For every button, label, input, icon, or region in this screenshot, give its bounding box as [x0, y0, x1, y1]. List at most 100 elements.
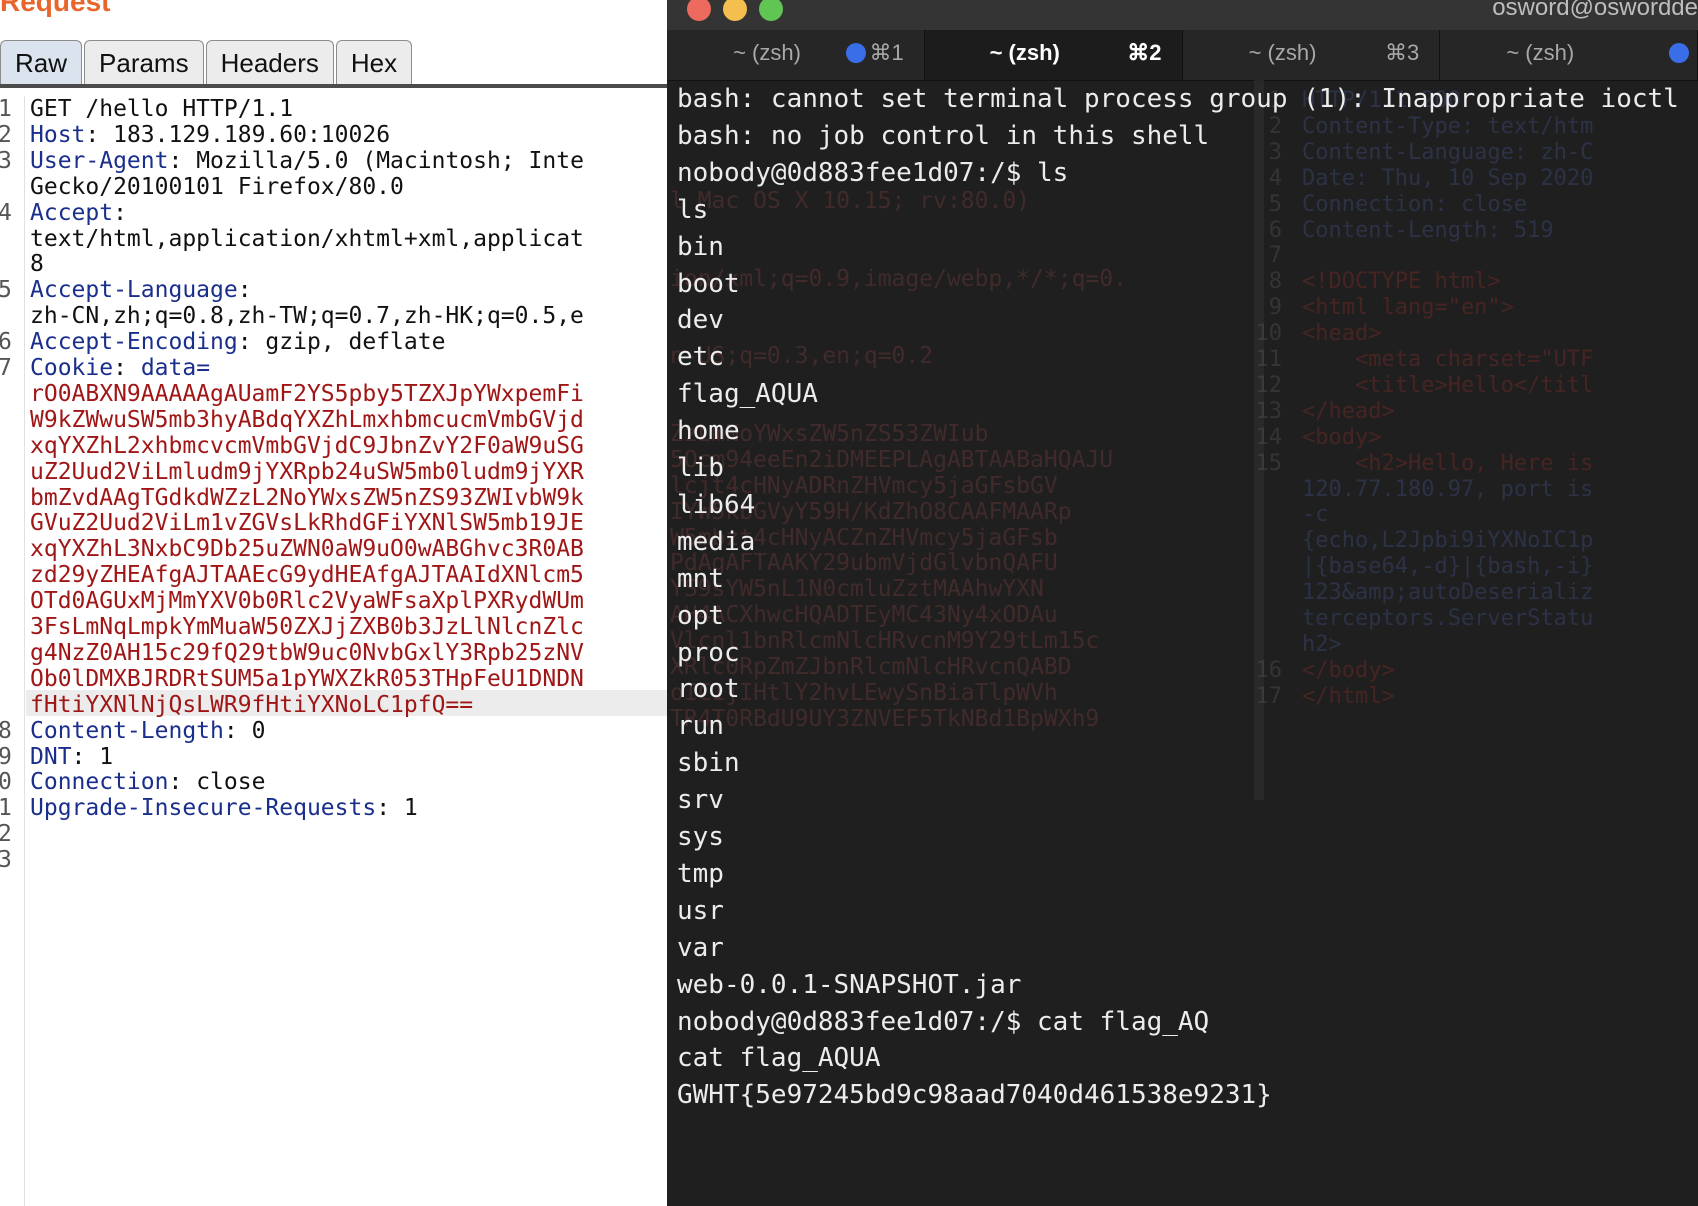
request-line: 3FsLmNqLmpkYmMuaW50ZXJjZXB0b3JzLlNlcnZlc — [30, 614, 584, 640]
minimize-icon[interactable] — [723, 0, 747, 21]
terminal-line: GWHT{5e97245bd9c98aad7040d461538e9231} — [677, 1080, 1272, 1111]
background-line-text: {echo,L2Jpbi9iYXNoIC1p — [1302, 528, 1594, 554]
background-line-number: 3 — [1268, 139, 1282, 165]
terminal-line: sys — [677, 822, 724, 852]
background-line-number: 8 — [1268, 269, 1282, 295]
tab-shortcut: ⌘2 — [1127, 40, 1162, 65]
request-line: Upgrade-Insecure-Requests: 1 — [30, 795, 418, 821]
line-number: 7 — [0, 355, 18, 381]
background-response-text: 1 HTTP/1.1 200 2 Content-Type: text/htm 3 Con… — [1250, 88, 1698, 788]
tab-label: ~ (zsh) — [733, 40, 801, 65]
cookie-value: uZ2Uud2ViLmludm9jYXRpb24uSW5mb0ludm9jYXR — [30, 458, 584, 485]
line-text: 8 — [30, 251, 44, 278]
cookie-value: xqYXZhL2xhbmcvcmVmbGVjdC9JbnZvY2F0aW9uSG — [30, 432, 584, 459]
request-tabs: Raw Params Headers Hex — [0, 38, 414, 84]
maximize-icon[interactable] — [759, 0, 783, 21]
background-line-text: Content-Language: zh-C — [1302, 139, 1594, 165]
line-text: Gecko/20100101 Firefox/80.0 — [30, 173, 404, 200]
background-line-number: 13 — [1255, 398, 1283, 424]
request-line: DNT: 1 — [30, 744, 113, 770]
terminal-line: media — [677, 526, 756, 557]
line-number-text: 8 — [0, 717, 12, 744]
header-name: Connection — [30, 769, 169, 796]
terminal-line: nobody@0d883fee1d07:/$ cat flag_AQ — [677, 1006, 1210, 1037]
header-colon: : — [113, 199, 127, 226]
request-panel: Request Raw Params Headers Hex 123456789… — [0, 0, 690, 1206]
terminal-line: cat flag_AQUA — [677, 1043, 881, 1074]
line-number-text: 5 — [0, 277, 12, 304]
line-number: 1 — [0, 96, 18, 122]
tab-label: ~ (zsh) — [1248, 40, 1317, 65]
background-line-number: 15 — [1255, 450, 1283, 476]
line-number: 3 — [0, 148, 18, 174]
tab-headers[interactable]: Headers — [205, 40, 334, 84]
tab-shortcut: ⌘3 — [1385, 40, 1420, 65]
tab-raw[interactable]: Raw — [0, 40, 83, 84]
header-name: Accept — [30, 199, 114, 226]
header-name: Accept-Language — [30, 277, 238, 304]
cookie-value: g4NzZ0AH15c29fQ29tbW9uc0NvbGxlY3Rpb25zNV — [30, 639, 584, 666]
request-line: Ob0lDMXBJRDRtSUM5a1pYWXZkR053THpFeU1DNDN — [30, 666, 584, 692]
terminal-line: sbin — [677, 748, 740, 779]
cookie-value: W9kZWwuSW5mb3hyABdqYXZhLmxhbmcucmVmbGVjd — [30, 406, 584, 433]
panel-title: Request — [0, 0, 111, 17]
header-name: Host — [30, 121, 86, 148]
request-line: g4NzZ0AH15c29fQ29tbW9uc0NvbGxlY3Rpb25zNV — [30, 640, 584, 666]
background-line-text: <head> — [1302, 321, 1382, 347]
request-line: Gecko/20100101 Firefox/80.0 — [30, 174, 404, 200]
line-number: 1 — [0, 795, 18, 821]
terminal-line: var — [677, 932, 724, 963]
close-icon[interactable] — [687, 0, 711, 21]
background-line-number: 5 — [1268, 191, 1282, 217]
request-line: User-Agent: Mozilla/5.0 (Macintosh; Inte — [30, 148, 584, 174]
request-line: text/html,application/xhtml+xml,applicat — [30, 226, 584, 252]
background-text-line: l Mac OS X 10.15; rv:80.0) — [670, 187, 1031, 214]
terminal-tab-3[interactable]: ~ (zsh) ⌘3 — [1182, 30, 1441, 80]
header-value — [127, 355, 141, 381]
terminal-line: bash: no job control in this shell — [677, 120, 1210, 151]
background-line-text: Content-Length: 519 — [1302, 217, 1554, 243]
header-colon: : — [113, 355, 127, 381]
background-line-number: 9 — [1268, 295, 1282, 321]
background-line-number: 11 — [1255, 347, 1283, 372]
background-line-text: h2> — [1302, 631, 1342, 657]
background-line-number: 4 — [1268, 165, 1282, 191]
line-gutter: 1234567890123 — [0, 96, 25, 1206]
terminal-line: root — [677, 674, 740, 705]
request-line: 8 — [30, 251, 44, 277]
tab-label: ~ (zsh) — [989, 40, 1060, 65]
line-number: 3 — [0, 847, 18, 873]
line-number: 2 — [0, 122, 18, 148]
line-number: 4 — [0, 200, 18, 226]
background-line-text: terceptors.ServerStatu — [1302, 606, 1594, 631]
header-colon: : — [71, 743, 86, 770]
tab-params[interactable]: Params — [84, 40, 204, 84]
terminal-line: lib64 — [677, 489, 756, 520]
terminal-tab-4[interactable]: ~ (zsh) — [1440, 30, 1698, 80]
tab-hex[interactable]: Hex — [335, 40, 413, 84]
background-line-text: <title>Hello</titl — [1302, 372, 1594, 398]
line-number-text: 2 — [0, 821, 12, 848]
cookie-value: zd29yZHEAfgAJTAAEcG9ydHEAfgAJTAAIdXNlcm5 — [30, 562, 584, 589]
terminal-line: usr — [677, 895, 724, 926]
cookie-value: Ob0lDMXBJRDRtSUM5a1pYWXZkR053THpFeU1DNDN — [30, 665, 584, 692]
background-line-number: 14 — [1255, 424, 1283, 450]
background-text-line: 5Ocm94eeEn2iDMEEPLAgABTAABaHQAJU — [670, 446, 1114, 473]
background-line-text: <h2>Hello, Here is — [1302, 450, 1594, 476]
header-value: close — [182, 769, 266, 796]
terminal-tab-1[interactable]: ~ (zsh) ⌘1 — [667, 30, 925, 80]
terminal-line: ls — [677, 194, 709, 225]
terminal-line: flag_AQUA — [677, 379, 818, 410]
terminal-tab-2[interactable]: ~ (zsh) ⌘2 — [924, 30, 1183, 80]
terminal-line: tmp — [677, 858, 724, 889]
terminal-line: mnt — [677, 563, 724, 594]
background-line-text: 120.77.180.97, port is — [1302, 476, 1594, 502]
background-line-text: <meta charset="UTF — [1302, 347, 1594, 372]
request-line: Accept: — [30, 200, 127, 226]
terminal-line: lib — [677, 453, 724, 483]
request-line: OTd0AGUxMjMmYXV0b0Rlc2VyaWFsaXplPXRydWUm — [30, 588, 584, 614]
request-line: zh-CN,zh;q=0.8,zh-TW;q=0.7,zh-HK;q=0.5,e — [30, 303, 584, 329]
terminal-line: home — [677, 416, 740, 447]
request-line: Accept-Language: — [30, 277, 252, 303]
line-text: text/html,application/xhtml+xml,applicat — [30, 225, 584, 252]
